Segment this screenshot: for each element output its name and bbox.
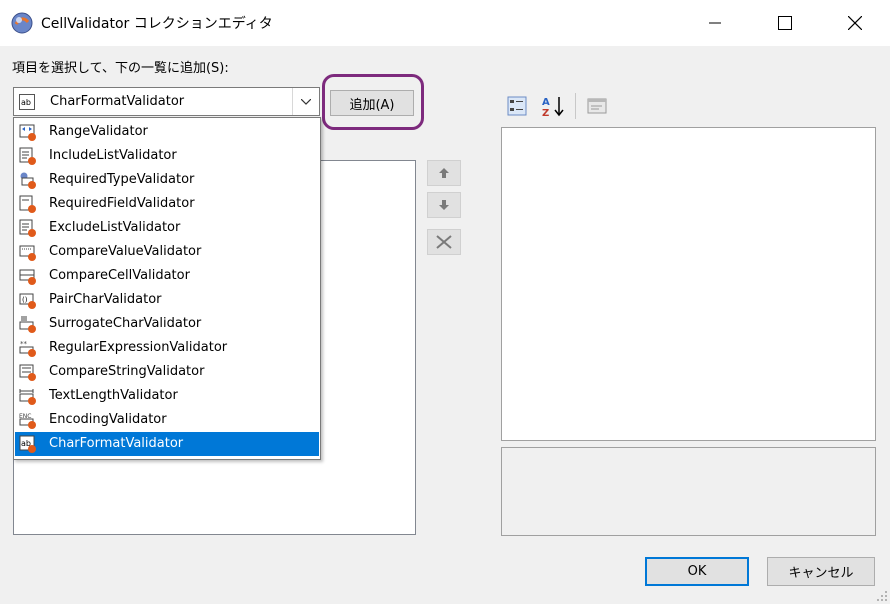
svg-text:(): (): [22, 296, 28, 304]
dropdown-item[interactable]: SurrogateCharValidator: [15, 312, 319, 336]
char-format-validator-icon: ab: [19, 435, 36, 453]
remove-x-icon: [436, 235, 452, 249]
property-pages-button[interactable]: [585, 94, 609, 118]
dropdown-item-label: IncludeListValidator: [49, 148, 177, 163]
svg-text:Z: Z: [542, 108, 549, 117]
dropdown-item[interactable]: () PairCharValidator: [15, 288, 319, 312]
compare-value-validator-icon: [19, 245, 36, 261]
compare-cell-validator-icon: [19, 269, 36, 285]
property-pages-icon: [587, 98, 607, 114]
arrow-up-icon: [439, 168, 449, 178]
dropdown-item[interactable]: RequiredTypeValidator: [15, 168, 319, 192]
cancel-button[interactable]: キャンセル: [767, 557, 875, 586]
dropdown-item[interactable]: CompareStringValidator: [15, 360, 319, 384]
dropdown-item-label: RangeValidator: [49, 124, 148, 139]
title-bar: CellValidator コレクションエディタ: [0, 0, 890, 46]
regular-expression-validator-icon: **: [19, 340, 36, 357]
categorized-button[interactable]: [505, 94, 529, 118]
combobox-selected-value: CharFormatValidator: [50, 94, 185, 109]
dropdown-item-label: CompareValueValidator: [49, 244, 202, 259]
encoding-validator-icon: ENC: [19, 413, 36, 429]
required-field-validator-icon: [19, 195, 36, 213]
dropdown-item[interactable]: IncludeListValidator: [15, 144, 319, 168]
maximize-icon: [778, 16, 792, 30]
dropdown-item[interactable]: TextLengthValidator: [15, 384, 319, 408]
dropdown-item-label: RequiredTypeValidator: [49, 172, 195, 187]
close-button[interactable]: [826, 0, 884, 46]
minimize-button[interactable]: [686, 0, 744, 46]
dropdown-item[interactable]: RangeValidator: [15, 120, 319, 144]
chevron-down-icon: [301, 98, 311, 105]
resize-grip-icon[interactable]: [876, 590, 888, 602]
dropdown-item[interactable]: ** RegularExpressionValidator: [15, 336, 319, 360]
dropdown-item[interactable]: ExcludeListValidator: [15, 216, 319, 240]
maximize-button[interactable]: [756, 0, 814, 46]
dropdown-item[interactable]: CompareCellValidator: [15, 264, 319, 288]
exclude-list-validator-icon: [19, 219, 36, 237]
dropdown-item-selected[interactable]: ab CharFormatValidator: [15, 432, 319, 456]
dropdown-item[interactable]: RequiredFieldValidator: [15, 192, 319, 216]
dropdown-item-label: ExcludeListValidator: [49, 220, 181, 235]
property-description-pane: [501, 447, 876, 536]
move-up-button[interactable]: [427, 160, 461, 186]
pair-char-validator-icon: (): [19, 293, 36, 309]
dropdown-item-label: CharFormatValidator: [49, 436, 184, 451]
dropdown-item[interactable]: CompareValueValidator: [15, 240, 319, 264]
dropdown-item[interactable]: ENC EncodingValidator: [15, 408, 319, 432]
categorized-icon: [507, 96, 527, 116]
alphabetical-button[interactable]: AZ: [541, 94, 565, 118]
surrogate-char-validator-icon: [19, 316, 36, 333]
include-list-validator-icon: [19, 147, 36, 165]
sort-az-icon: AZ: [542, 97, 564, 117]
svg-text:ab: ab: [21, 98, 31, 107]
range-validator-icon: [19, 124, 36, 141]
dropdown-item-label: PairCharValidator: [49, 292, 162, 307]
combobox-dropdown-button[interactable]: [292, 88, 319, 115]
compare-string-validator-icon: [19, 364, 36, 381]
dropdown-item-label: EncodingValidator: [49, 412, 167, 427]
highlight-annotation: [322, 74, 424, 130]
dropdown-item-label: CompareStringValidator: [49, 364, 205, 379]
dropdown-item-label: CompareCellValidator: [49, 268, 190, 283]
minimize-icon: [709, 22, 721, 24]
property-grid[interactable]: [501, 127, 876, 441]
dropdown-item-label: TextLengthValidator: [49, 388, 178, 403]
text-length-validator-icon: [19, 389, 36, 405]
add-item-label: 項目を選択して、下の一覧に追加(S):: [12, 61, 229, 76]
svg-text:A: A: [542, 97, 550, 108]
required-type-validator-icon: [20, 172, 36, 189]
window-title: CellValidator コレクションエディタ: [41, 16, 273, 32]
toolbar-separator: [575, 93, 576, 119]
ok-button[interactable]: OK: [645, 557, 749, 586]
app-icon: [11, 12, 33, 34]
close-icon: [848, 16, 862, 30]
dropdown-item-label: SurrogateCharValidator: [49, 316, 202, 331]
remove-button[interactable]: [427, 229, 461, 255]
arrow-down-icon: [439, 200, 449, 210]
dropdown-item-label: RequiredFieldValidator: [49, 196, 195, 211]
validator-type-dropdown-list[interactable]: RangeValidator IncludeListValidator Requ…: [13, 117, 321, 460]
char-format-validator-icon: ab: [19, 94, 35, 110]
validator-type-combobox[interactable]: ab CharFormatValidator: [13, 87, 320, 116]
move-down-button[interactable]: [427, 192, 461, 218]
dropdown-item-label: RegularExpressionValidator: [49, 340, 228, 355]
